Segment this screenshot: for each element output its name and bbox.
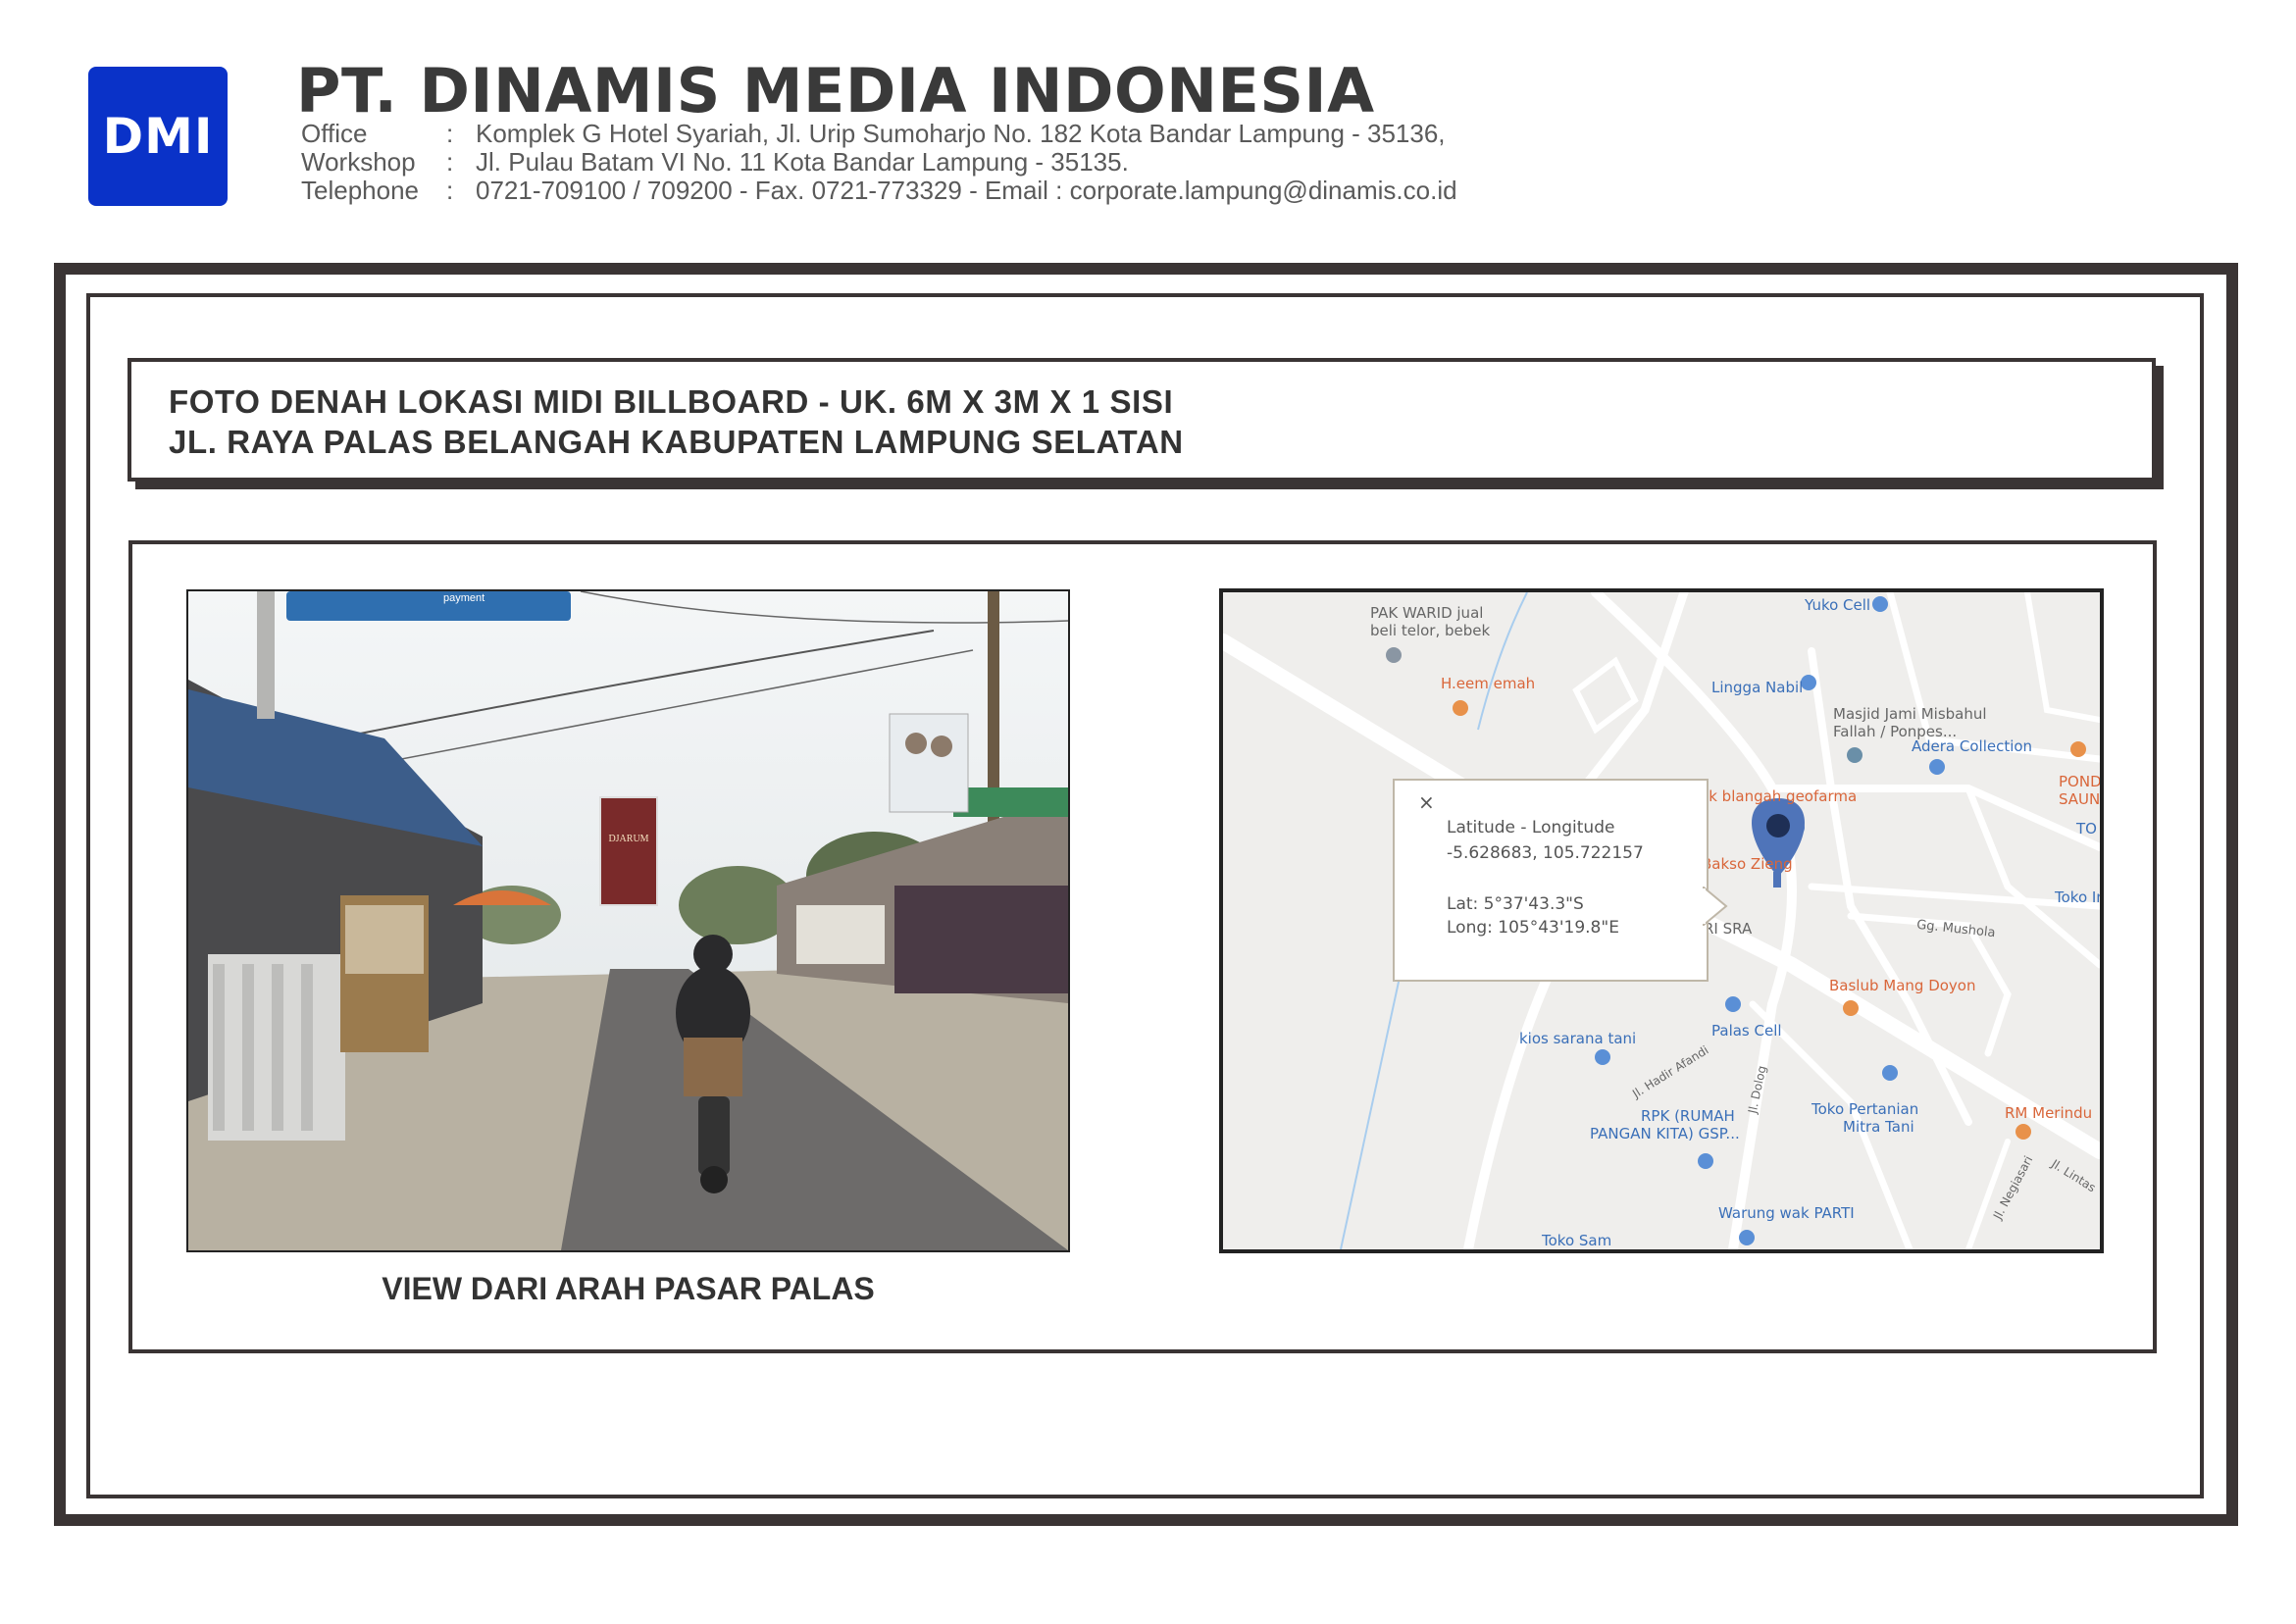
map-label: PAK WARID jual xyxy=(1370,604,1484,622)
contact-row-telephone: Telephone : 0721-709100 / 709200 - Fax. … xyxy=(301,177,1457,205)
contact-row-workshop: Workshop : Jl. Pulau Batam VI No. 11 Kot… xyxy=(301,148,1457,177)
map-label: Yuko Cell xyxy=(1805,596,1871,614)
map-label: TO xyxy=(2076,820,2097,837)
map-label: ek blangah geofarma xyxy=(1700,787,1858,805)
contact-row-office: Office : Komplek G Hotel Syariah, Jl. Ur… xyxy=(301,120,1457,148)
map-label: H.eem emah xyxy=(1441,675,1536,692)
popup-longitude: Long: 105°43'19.8"E xyxy=(1447,918,1619,938)
location-map[interactable]: PAK WARID jual beli telor, bebek Yuko Ce… xyxy=(1219,588,2104,1253)
map-label: Toko In xyxy=(2055,888,2104,906)
map-label: Lingga Nabil xyxy=(1711,679,1804,696)
map-label: Mitra Tani xyxy=(1843,1118,1914,1136)
coordinates-popup: × Latitude - Longitude -5.628683, 105.72… xyxy=(1393,779,1709,982)
popup-decimal-coords: -5.628683, 105.722157 xyxy=(1447,843,1644,863)
map-label: Masjid Jami Misbahul xyxy=(1833,705,1987,723)
contact-label: Office xyxy=(301,119,368,148)
map-label: beli telor, bebek xyxy=(1370,622,1491,639)
street-photo: payment DJARUM xyxy=(186,589,1070,1252)
map-label: Bakso Zieng xyxy=(1702,855,1793,873)
map-label: PONDO xyxy=(2059,773,2102,790)
map-label: Baslub Mang Doyon xyxy=(1829,977,1976,994)
map-label: RPK (RUMAH xyxy=(1641,1107,1735,1125)
company-logo: DMI xyxy=(88,67,228,206)
contact-info: Office : Komplek G Hotel Syariah, Jl. Ur… xyxy=(301,120,1457,205)
contact-label: Telephone xyxy=(301,176,419,205)
map-label: Palas Cell xyxy=(1711,1022,1782,1040)
title-line-1: FOTO DENAH LOKASI MIDI BILLBOARD - UK. 6… xyxy=(169,383,1174,420)
map-label: Adera Collection xyxy=(1912,737,2033,755)
street-photo-illustration: payment DJARUM xyxy=(188,591,1068,1250)
contact-value: 0721-709100 / 709200 - Fax. 0721-773329 … xyxy=(476,176,1457,205)
map-label: PANGAN KITA) GSP... xyxy=(1590,1125,1740,1142)
popup-latitude: Lat: 5°37'43.3"S xyxy=(1447,894,1584,914)
contact-label: Workshop xyxy=(301,147,416,177)
billboard-text: DJARUM xyxy=(608,834,648,844)
map-label: Toko Sam xyxy=(1542,1232,1612,1249)
map-label: kios sarana tani xyxy=(1519,1030,1637,1047)
sign-text: payment xyxy=(443,592,485,604)
popup-heading: Latitude - Longitude xyxy=(1447,818,1615,837)
contact-separator: : xyxy=(446,119,454,148)
map-label: Warung wak PARTI xyxy=(1718,1204,1855,1222)
popup-pointer xyxy=(1703,887,1728,926)
map-label: SAUNG xyxy=(2059,790,2101,808)
contact-value: Jl. Pulau Batam VI No. 11 Kota Bandar La… xyxy=(476,147,1129,177)
contact-separator: : xyxy=(446,147,454,177)
contact-separator: : xyxy=(446,176,454,205)
map-label: RM Merindu xyxy=(2005,1104,2093,1122)
contact-value: Komplek G Hotel Syariah, Jl. Urip Sumoha… xyxy=(476,119,1446,148)
map-label: Toko Pertanian xyxy=(1811,1100,1919,1118)
company-name: PT. DINAMIS MEDIA INDONESIA xyxy=(296,55,1375,127)
title-box: FOTO DENAH LOKASI MIDI BILLBOARD - UK. 6… xyxy=(128,358,2156,482)
photo-caption: VIEW DARI ARAH PASAR PALAS xyxy=(382,1271,875,1306)
close-icon[interactable]: × xyxy=(1418,790,1435,814)
logo-text: DMI xyxy=(102,108,214,165)
title-line-2: JL. RAYA PALAS BELANGAH KABUPATEN LAMPUN… xyxy=(169,424,1184,460)
